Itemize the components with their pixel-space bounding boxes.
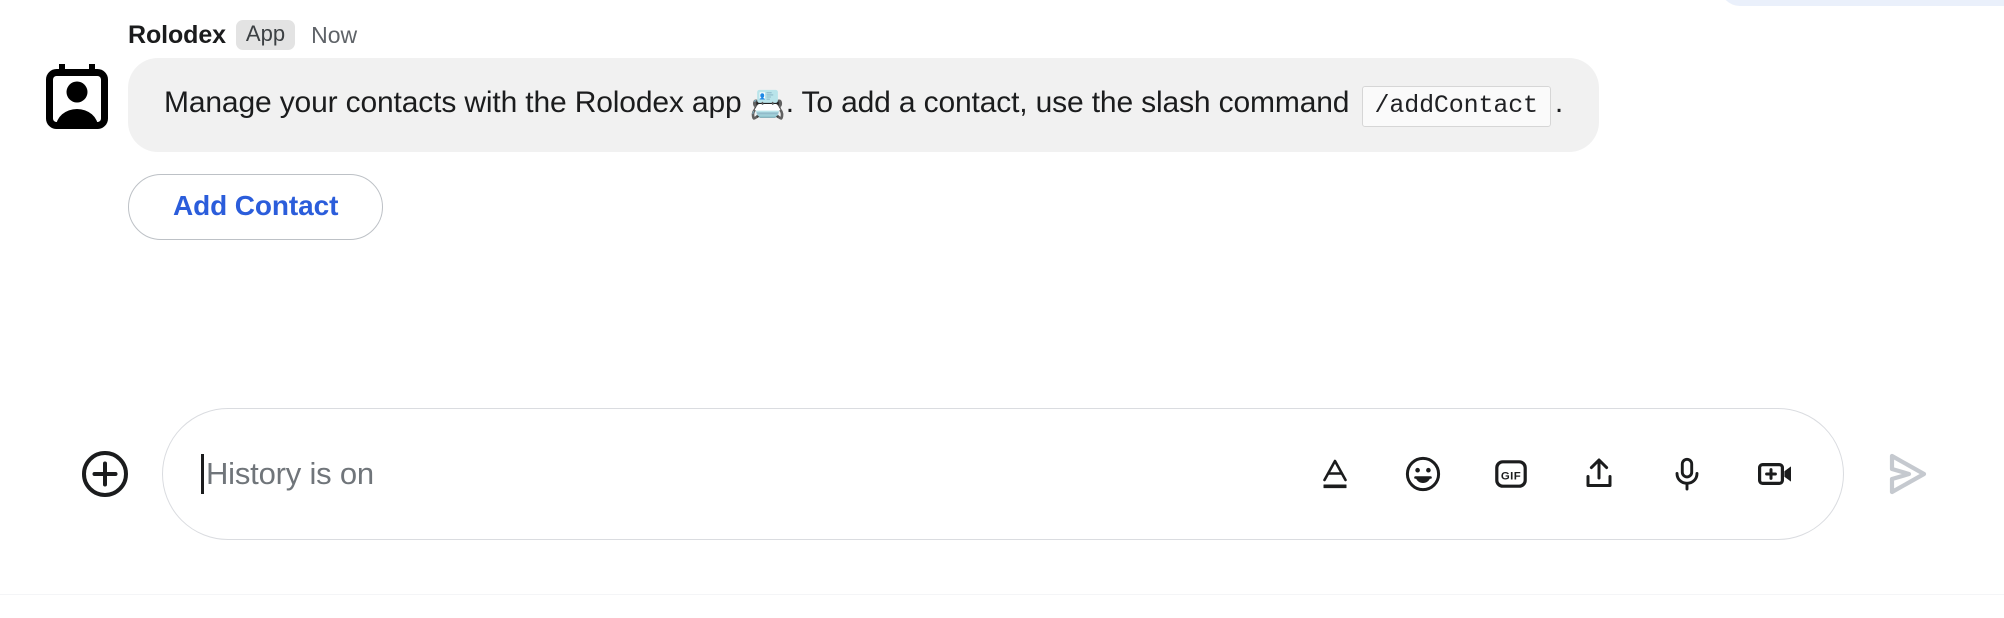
text-caret [201,454,204,494]
emoji-icon[interactable] [1401,452,1445,496]
message-text-part-1: Manage your contacts with the Rolodex ap… [164,86,750,119]
microphone-icon[interactable] [1665,452,1709,496]
bottom-divider [0,594,2004,595]
composer-tool-icons: GIF [1313,452,1797,496]
message-text-part-2: . To add a contact, use the slash comman… [785,86,1358,119]
message-row: Rolodex App Now Manage your contacts wit… [40,18,1900,241]
video-add-icon[interactable] [1753,452,1797,496]
message-input-placeholder[interactable]: History is on [206,456,1289,492]
format-text-icon[interactable] [1313,452,1357,496]
rolodex-card-person-icon [45,64,109,130]
message-composer: History is on GIF [78,408,1938,540]
previous-message-bubble-peek [1720,0,2004,6]
message-bubble: Manage your contacts with the Rolodex ap… [128,58,1600,153]
message-timestamp: Now [311,21,358,48]
plus-circle-icon[interactable] [78,447,132,501]
message-header: Rolodex App Now [128,18,1900,52]
message-input-shell[interactable]: History is on GIF [162,408,1844,540]
app-badge: App [235,20,296,50]
message-text-part-3: . [1554,86,1564,119]
card-index-emoji: 📇 [749,89,786,121]
message-actions: Add Contact [128,174,1900,241]
add-contact-button[interactable]: Add Contact [128,174,384,241]
upload-file-icon[interactable] [1577,452,1621,496]
send-button[interactable] [1874,442,1938,506]
slash-command-chip: /addContact [1361,86,1551,127]
svg-text:GIF: GIF [1501,470,1521,482]
avatar [40,18,114,130]
sender-name: Rolodex [128,20,226,49]
message-content: Rolodex App Now Manage your contacts wit… [114,18,1900,241]
gif-icon[interactable]: GIF [1489,452,1533,496]
message-text: Manage your contacts with the Rolodex ap… [164,82,1564,127]
